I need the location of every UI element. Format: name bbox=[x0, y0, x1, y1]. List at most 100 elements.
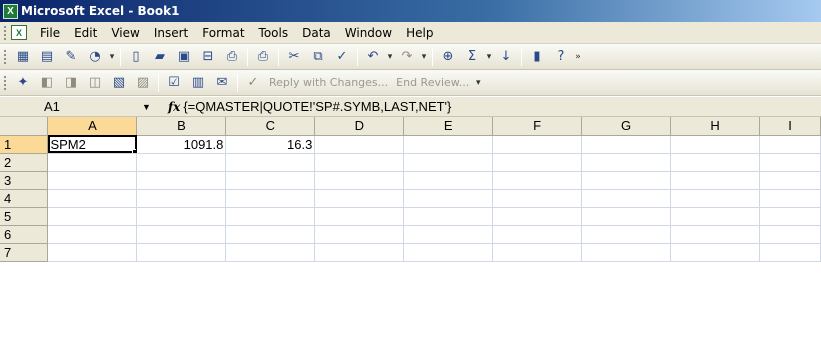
sort-ascending-icon[interactable]: ↓ bbox=[496, 47, 516, 67]
cell[interactable] bbox=[759, 189, 821, 208]
cell[interactable] bbox=[225, 243, 316, 262]
undo-dropdown-icon[interactable]: ▾ bbox=[385, 47, 395, 67]
cell-c1[interactable]: 16.3 bbox=[225, 135, 316, 154]
menu-window[interactable]: Window bbox=[338, 24, 399, 42]
cell[interactable] bbox=[314, 207, 405, 226]
column-header[interactable]: B bbox=[136, 117, 227, 136]
cell[interactable] bbox=[759, 153, 821, 172]
cell[interactable] bbox=[314, 171, 405, 190]
row-header[interactable]: 5 bbox=[0, 207, 49, 226]
menu-insert[interactable]: Insert bbox=[147, 24, 195, 42]
column-header[interactable]: A bbox=[47, 117, 138, 136]
cell[interactable] bbox=[492, 243, 583, 262]
undo-icon[interactable]: ↶ bbox=[363, 47, 383, 67]
reply-with-changes-button[interactable]: Reply with Changes... bbox=[265, 76, 392, 89]
overflow-icon[interactable]: » bbox=[573, 47, 583, 67]
cell[interactable] bbox=[403, 189, 494, 208]
cell-f1[interactable] bbox=[492, 135, 583, 154]
menu-help[interactable]: Help bbox=[399, 24, 440, 42]
autosum-dropdown-icon[interactable]: ▾ bbox=[484, 47, 494, 67]
toolbar-c-icon[interactable]: ✎ bbox=[61, 47, 81, 67]
cell[interactable] bbox=[670, 171, 760, 190]
row-header[interactable]: 6 bbox=[0, 225, 49, 244]
cell[interactable] bbox=[759, 243, 821, 262]
toolbar-grip[interactable] bbox=[3, 48, 7, 65]
chart-icon[interactable]: ▮ bbox=[527, 47, 547, 67]
menu-file[interactable]: File bbox=[33, 24, 67, 42]
menu-tools[interactable]: Tools bbox=[252, 24, 296, 42]
select-all-button[interactable] bbox=[0, 117, 49, 136]
cell-h1[interactable] bbox=[670, 135, 760, 154]
cell[interactable] bbox=[47, 153, 138, 172]
cell-a1[interactable]: SPM2 bbox=[47, 135, 138, 154]
cell[interactable] bbox=[670, 207, 760, 226]
column-header[interactable]: H bbox=[670, 117, 760, 136]
cell[interactable] bbox=[314, 243, 405, 262]
previous-comment-icon[interactable]: ◧ bbox=[37, 73, 57, 93]
cell[interactable] bbox=[47, 225, 138, 244]
cell[interactable] bbox=[47, 171, 138, 190]
new-icon[interactable]: ▯ bbox=[126, 47, 146, 67]
cell[interactable] bbox=[403, 243, 494, 262]
cell[interactable] bbox=[225, 207, 316, 226]
update-file-icon[interactable]: ▥ bbox=[188, 73, 208, 93]
cell[interactable] bbox=[670, 189, 760, 208]
cell[interactable] bbox=[136, 243, 227, 262]
redo-icon[interactable]: ↷ bbox=[397, 47, 417, 67]
column-header[interactable]: C bbox=[225, 117, 316, 136]
delete-comment-icon[interactable]: ▨ bbox=[133, 73, 153, 93]
hyperlink-icon[interactable]: ⊕ bbox=[438, 47, 458, 67]
toolbar-options-icon[interactable]: ▾ bbox=[473, 73, 483, 93]
cell[interactable] bbox=[670, 225, 760, 244]
cell[interactable] bbox=[403, 207, 494, 226]
menu-edit[interactable]: Edit bbox=[67, 24, 104, 42]
cell[interactable] bbox=[403, 153, 494, 172]
create-task-icon[interactable]: ☑ bbox=[164, 73, 184, 93]
row-header[interactable]: 3 bbox=[0, 171, 49, 190]
cell[interactable] bbox=[47, 189, 138, 208]
cell[interactable] bbox=[225, 153, 316, 172]
cell[interactable] bbox=[136, 153, 227, 172]
cell[interactable] bbox=[759, 225, 821, 244]
cell[interactable] bbox=[314, 225, 405, 244]
cell[interactable] bbox=[314, 189, 405, 208]
column-header[interactable]: F bbox=[492, 117, 583, 136]
cut-icon[interactable]: ✂ bbox=[284, 47, 304, 67]
menu-bar-grip[interactable] bbox=[3, 24, 7, 41]
cell-e1[interactable] bbox=[403, 135, 494, 154]
cell[interactable] bbox=[136, 207, 227, 226]
cell[interactable] bbox=[581, 171, 672, 190]
row-header[interactable]: 7 bbox=[0, 243, 49, 262]
end-review-button[interactable]: End Review... bbox=[392, 76, 473, 89]
cell[interactable] bbox=[47, 207, 138, 226]
toolbar-d-icon[interactable]: ◔ bbox=[85, 47, 105, 67]
cell[interactable] bbox=[136, 171, 227, 190]
redo-dropdown-icon[interactable]: ▾ bbox=[419, 47, 429, 67]
cell[interactable] bbox=[136, 225, 227, 244]
help-icon[interactable]: ? bbox=[551, 47, 571, 67]
cell[interactable] bbox=[492, 207, 583, 226]
column-header[interactable]: I bbox=[759, 117, 821, 136]
print-preview-icon[interactable]: ⎙ bbox=[222, 47, 242, 67]
toolbar-options-icon[interactable]: ▾ bbox=[107, 47, 117, 67]
document-icon[interactable]: X bbox=[11, 25, 27, 40]
cell[interactable] bbox=[492, 153, 583, 172]
cell[interactable] bbox=[225, 189, 316, 208]
save-icon[interactable]: ▣ bbox=[174, 47, 194, 67]
cell[interactable] bbox=[136, 189, 227, 208]
name-box-dropdown-icon[interactable]: ▼ bbox=[128, 102, 168, 112]
cell[interactable] bbox=[403, 171, 494, 190]
cell[interactable] bbox=[403, 225, 494, 244]
cell[interactable] bbox=[759, 171, 821, 190]
show-all-comments-icon[interactable]: ▧ bbox=[109, 73, 129, 93]
cell-d1[interactable] bbox=[314, 135, 405, 154]
reply-changes-icon[interactable]: ✓ bbox=[243, 73, 263, 93]
cell[interactable] bbox=[670, 243, 760, 262]
column-header[interactable]: G bbox=[581, 117, 672, 136]
row-header[interactable]: 1 bbox=[0, 135, 49, 154]
menu-format[interactable]: Format bbox=[195, 24, 251, 42]
format-painter-icon[interactable]: ✓ bbox=[332, 47, 352, 67]
row-header[interactable]: 4 bbox=[0, 189, 49, 208]
cell[interactable] bbox=[581, 207, 672, 226]
menu-view[interactable]: View bbox=[104, 24, 146, 42]
